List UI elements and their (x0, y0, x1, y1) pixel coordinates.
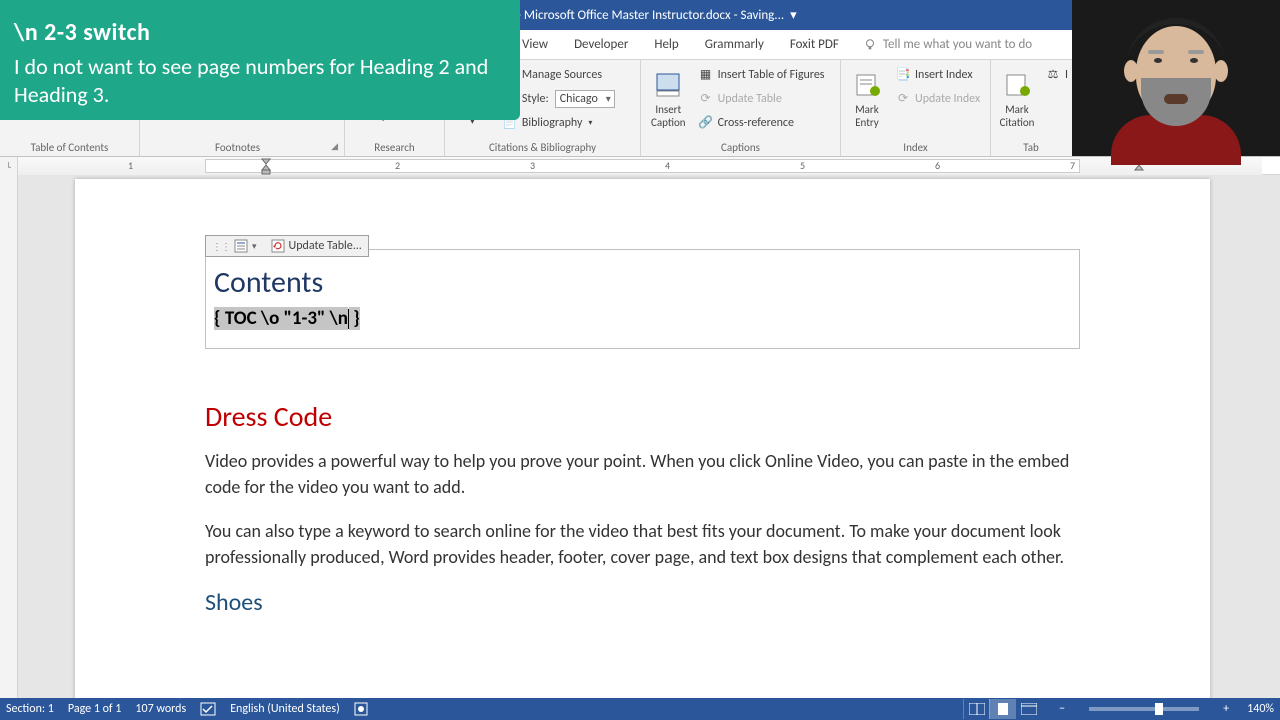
insert-table-figures-button[interactable]: ▦Insert Table of Figures (694, 63, 829, 86)
toc-heading[interactable]: Contents (214, 264, 1071, 301)
toc-content-control[interactable]: ⋮⋮ ▾ Update Table... Contents { TOC \o "… (205, 249, 1080, 349)
caption-title: \n 2-3 switch (14, 18, 500, 47)
authorities-icon: ⚖ (1045, 67, 1061, 83)
group-captions: Insert Caption ▦Insert Table of Figures … (641, 60, 841, 156)
print-layout-icon (996, 702, 1010, 716)
read-mode-icon (969, 703, 985, 715)
insert-index-icon: 📑 (895, 67, 911, 83)
insert-caption-button[interactable]: Insert Caption (645, 63, 692, 135)
lightbulb-icon (863, 38, 877, 52)
status-macro[interactable] (354, 702, 368, 716)
insert-index-button[interactable]: 📑Insert Index (891, 63, 984, 86)
group-label-footnotes: Footnotes◢ (144, 138, 340, 156)
horizontal-ruler[interactable]: └ 1 2 3 4 5 6 7 (0, 157, 1280, 175)
view-buttons (963, 699, 1041, 719)
vertical-ruler[interactable] (0, 175, 18, 698)
status-section[interactable]: Section: 1 (6, 702, 54, 716)
crossref-icon: 🔗 (698, 115, 714, 131)
tell-me-search[interactable]: Tell me what you want to do (863, 37, 1032, 52)
status-words[interactable]: 107 words (135, 702, 186, 716)
insert-authorities-button[interactable]: ⚖I (1041, 63, 1072, 86)
group-label-authorities: Tab (995, 138, 1067, 156)
footnotes-dialog-launcher[interactable]: ◢ (331, 141, 340, 152)
heading-dress-code[interactable]: Dress Code (205, 399, 1080, 434)
macro-icon (354, 702, 368, 716)
update-table-icon (271, 239, 285, 253)
mark-entry-button[interactable]: Mark Entry (845, 63, 889, 135)
style-dropdown[interactable]: Chicago (555, 90, 615, 108)
group-index: Mark Entry 📑Insert Index ⟳Update Index I… (841, 60, 991, 156)
page: ⋮⋮ ▾ Update Table... Contents { TOC \o "… (75, 179, 1210, 698)
group-label-toc: Table of Contents (4, 138, 135, 156)
toc-icon (234, 239, 248, 253)
tab-foxit[interactable]: Foxit PDF (788, 33, 841, 56)
group-label-research: Research (349, 138, 440, 156)
paragraph[interactable]: Video provides a powerful way to help yo… (205, 448, 1080, 500)
web-layout-button[interactable] (1015, 699, 1041, 719)
zoom-thumb[interactable] (1155, 703, 1163, 715)
group-authorities: Mark Citation ⚖I Tab (991, 60, 1071, 156)
toc-grip-icon[interactable]: ⋮⋮ (212, 240, 230, 253)
toc-menu-caret[interactable]: ▾ (252, 241, 257, 252)
figures-icon: ▦ (698, 67, 714, 83)
tab-view[interactable]: View (520, 33, 550, 56)
update-table-button[interactable]: ⟳Update Table (694, 87, 829, 110)
read-mode-button[interactable] (963, 699, 989, 719)
update-index-icon: ⟳ (895, 91, 911, 107)
mark-citation-button[interactable]: Mark Citation (995, 63, 1039, 135)
toc-field-code[interactable]: { TOC \o "1-3" \n } (214, 307, 1071, 330)
web-layout-icon (1021, 703, 1037, 715)
update-table-label[interactable]: Update Table... (289, 239, 362, 253)
ruler-track: 1 2 3 4 5 6 7 (18, 157, 1262, 175)
group-label-index: Index (845, 138, 986, 156)
presenter-webcam (1072, 0, 1280, 156)
heading-shoes[interactable]: Shoes (205, 588, 1080, 617)
print-layout-button[interactable] (989, 699, 1015, 719)
group-label-captions: Captions (645, 138, 836, 156)
cross-reference-button[interactable]: 🔗Cross-reference (694, 111, 829, 134)
group-label-citations: Citations & Bibliography (449, 138, 636, 156)
title-dropdown-caret[interactable]: ▾ (790, 8, 797, 23)
status-spellcheck[interactable] (200, 702, 216, 716)
tab-developer[interactable]: Developer (572, 33, 630, 56)
status-bar: Section: 1 Page 1 of 1 107 words English… (0, 698, 1280, 720)
zoom-level[interactable]: 140% (1247, 702, 1274, 716)
paragraph[interactable]: You can also type a keyword to search on… (205, 518, 1080, 570)
tab-selector[interactable]: └ (0, 157, 18, 175)
status-language[interactable]: English (United States) (230, 702, 340, 716)
spellcheck-icon (200, 702, 216, 716)
zoom-in-button[interactable]: + (1219, 702, 1233, 716)
document-scroll-area[interactable]: ⋮⋮ ▾ Update Table... Contents { TOC \o "… (18, 175, 1280, 698)
tab-grammarly[interactable]: Grammarly (703, 33, 766, 56)
zoom-slider[interactable] (1089, 707, 1199, 711)
update-index-button[interactable]: ⟳Update Index (891, 87, 984, 110)
mark-citation-icon (1001, 69, 1033, 101)
toc-control-tab[interactable]: ⋮⋮ ▾ Update Table... (205, 235, 369, 257)
caption-text: I do not want to see page numbers for He… (14, 53, 500, 108)
update-icon: ⟳ (698, 91, 714, 107)
mark-entry-icon (851, 69, 883, 101)
tell-me-placeholder: Tell me what you want to do (883, 37, 1032, 52)
status-page[interactable]: Page 1 of 1 (68, 702, 122, 716)
indent-markers[interactable] (260, 157, 272, 175)
document-title: enard - Microsoft Office Master Instruct… (483, 8, 784, 23)
tab-help[interactable]: Help (652, 33, 680, 56)
ruler-page-area (205, 159, 1080, 173)
caption-icon (652, 69, 684, 101)
caption-overlay: \n 2-3 switch I do not want to see page … (0, 0, 520, 120)
zoom-out-button[interactable]: − (1055, 702, 1069, 716)
